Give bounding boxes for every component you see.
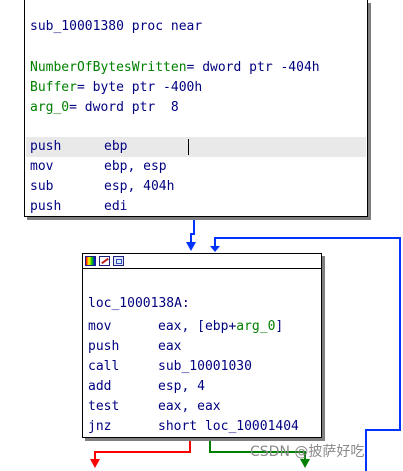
color-palette-icon[interactable] xyxy=(85,256,96,266)
operands: eax xyxy=(158,339,182,354)
mnemonic: sub xyxy=(30,179,54,194)
operand-suffix: ] xyxy=(275,319,284,334)
location-label[interactable]: loc_1000138A: xyxy=(88,294,190,314)
code-block-loc-1000138a[interactable]: loc_1000138A: mov eax, [ebp+arg_0] push ea… xyxy=(82,253,322,438)
edge-top-to-loc xyxy=(190,216,195,242)
edge-arrowhead-false xyxy=(90,459,100,468)
operands: eax, eax xyxy=(158,399,221,414)
mnemonic: push xyxy=(30,139,62,154)
mnemonic: push xyxy=(30,199,62,214)
var-name: NumberOfBytesWritten xyxy=(30,60,187,75)
operands: esp, 4 xyxy=(158,379,205,394)
code-block-sub-10001380[interactable]: sub_10001380 proc near NumberOfBytesWrit… xyxy=(24,0,368,217)
watermark: CSDN @披萨好吃 xyxy=(250,444,365,460)
text-cursor xyxy=(188,139,189,155)
operand-variable[interactable]: arg_0 xyxy=(236,319,275,334)
node-toolbar xyxy=(83,254,321,269)
var-buffer: Buffer= byte ptr -400h xyxy=(30,78,202,98)
var-name: Buffer xyxy=(30,80,77,95)
edge-arrowhead-loop xyxy=(210,246,220,252)
var-number-of-bytes-written: NumberOfBytesWritten= dword ptr -404h xyxy=(30,58,320,78)
mnemonic: test xyxy=(88,399,120,414)
edit-node-icon[interactable] xyxy=(99,256,110,266)
edge-false-branch xyxy=(94,437,191,460)
operands[interactable]: sub_10001030 xyxy=(158,357,252,377)
mnemonic: mov xyxy=(30,159,54,174)
mnemonic: add xyxy=(88,379,112,394)
operand-prefix: eax, [ebp+ xyxy=(158,319,237,334)
mnemonic: push xyxy=(88,339,120,354)
mnemonic: call xyxy=(88,359,120,374)
selected-line-highlight xyxy=(26,137,366,157)
operands: esp, 404h xyxy=(104,179,175,194)
var-def: = dword ptr 8 xyxy=(69,100,179,115)
var-arg-0: arg_0= dword ptr 8 xyxy=(30,98,179,118)
mnemonic: mov xyxy=(88,319,112,334)
operands: ebp xyxy=(104,139,128,154)
edge-arrowhead-down xyxy=(186,242,196,251)
operands: eax, [ebp+arg_0] xyxy=(158,317,283,337)
proc-header: sub_10001380 proc near xyxy=(30,19,203,34)
operands[interactable]: short loc_10001404 xyxy=(158,417,299,437)
graph-overview-icon[interactable] xyxy=(113,256,124,266)
var-def: = byte ptr -400h xyxy=(76,80,203,95)
mnemonic: jnz xyxy=(88,419,112,434)
var-def: = dword ptr -404h xyxy=(186,60,320,75)
operands: edi xyxy=(104,199,128,214)
var-name: arg_0 xyxy=(30,100,70,115)
operands: ebp, esp xyxy=(104,159,167,174)
